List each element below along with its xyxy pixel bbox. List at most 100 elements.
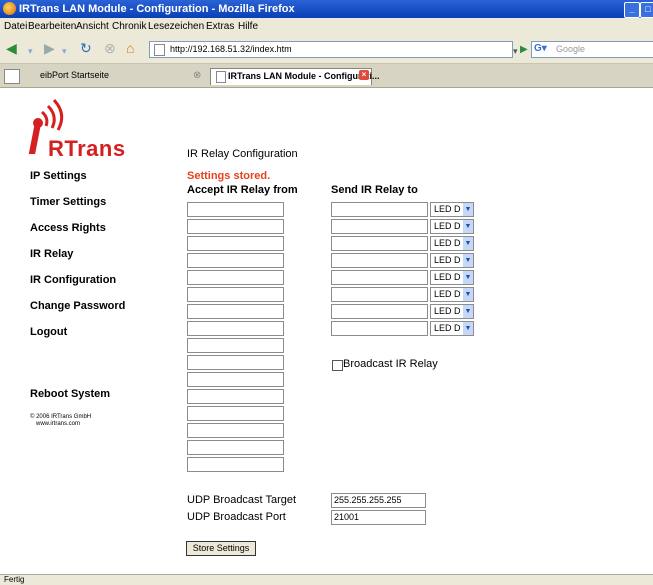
accept-ir-input-11[interactable] xyxy=(187,372,284,387)
send-ir-input-2[interactable] xyxy=(331,219,428,234)
chevron-down-icon[interactable]: ▼ xyxy=(463,288,473,301)
send-ir-input-5[interactable] xyxy=(331,270,428,285)
tab-irtrans-label: IRTrans LAN Module - Configurati... xyxy=(228,71,380,81)
tab-eibport[interactable]: eibPort Startseite xyxy=(40,70,109,86)
status-message: Settings stored. xyxy=(187,170,271,182)
page-icon xyxy=(154,44,165,56)
window-left-edge xyxy=(0,88,21,574)
page-title: IR Relay Configuration xyxy=(187,148,298,160)
led-select-1[interactable]: LED D ▼ xyxy=(430,202,474,217)
new-tab-icon[interactable] xyxy=(4,69,20,84)
led-select-4[interactable]: LED D ▼ xyxy=(430,253,474,268)
menu-extras[interactable]: Extras xyxy=(206,21,234,32)
sidebar-item-change-password[interactable]: Change Password xyxy=(30,300,125,312)
udp-target-label: UDP Broadcast Target xyxy=(187,494,297,506)
udp-target-input[interactable]: 255.255.255.255 xyxy=(331,493,426,508)
status-bar: Fertig xyxy=(0,574,653,585)
accept-ir-input-14[interactable] xyxy=(187,423,284,438)
maximize-button[interactable]: □ xyxy=(640,2,653,18)
accept-ir-input-15[interactable] xyxy=(187,440,284,455)
chevron-down-icon[interactable]: ▼ xyxy=(463,220,473,233)
send-ir-input-7[interactable] xyxy=(331,304,428,319)
minimize-button[interactable]: _ xyxy=(624,2,640,18)
search-input[interactable]: G▾ Google xyxy=(531,41,653,58)
menu-bearbeiten[interactable]: Bearbeiten xyxy=(28,21,76,32)
chevron-down-icon[interactable]: ▼ xyxy=(463,271,473,284)
send-ir-input-3[interactable] xyxy=(331,236,428,251)
accept-ir-input-16[interactable] xyxy=(187,457,284,472)
google-icon[interactable]: G▾ xyxy=(534,43,547,54)
accept-ir-input-2[interactable] xyxy=(187,219,284,234)
search-placeholder: Google xyxy=(556,44,586,54)
accept-ir-input-4[interactable] xyxy=(187,253,284,268)
menu-chronik[interactable]: Chronik xyxy=(112,21,146,32)
broadcast-checkbox[interactable] xyxy=(332,360,343,371)
logo-text: RTrans xyxy=(48,136,126,161)
stop-icon[interactable]: ⊗ xyxy=(104,40,116,56)
accept-ir-input-7[interactable] xyxy=(187,304,284,319)
tab-close-icon[interactable]: × xyxy=(359,70,369,80)
send-ir-input-8[interactable] xyxy=(331,321,428,336)
send-ir-input-1[interactable] xyxy=(331,202,428,217)
irtrans-logo: I RTrans xyxy=(28,96,162,166)
accept-ir-input-3[interactable] xyxy=(187,236,284,251)
url-dropdown-icon[interactable]: ▾ xyxy=(513,43,518,59)
store-settings-button[interactable]: Store Settings xyxy=(186,541,256,556)
menu-lesezeichen[interactable]: Lesezeichen xyxy=(148,21,204,32)
tab-close-icon[interactable]: ⊗ xyxy=(193,70,201,81)
navigation-toolbar: ◀ ▾ ▶ ▾ ↻ ⊗ ⌂ http://192.168.51.32/index… xyxy=(0,35,653,64)
window-titlebar: IRTrans LAN Module - Configuration - Moz… xyxy=(0,0,653,18)
send-ir-input-6[interactable] xyxy=(331,287,428,302)
home-icon[interactable]: ⌂ xyxy=(126,40,134,56)
sidebar-item-ir-relay[interactable]: IR Relay xyxy=(30,248,73,260)
back-arrow-icon[interactable]: ◀ xyxy=(6,40,17,56)
sidebar-item-logout[interactable]: Logout xyxy=(30,326,67,338)
accept-ir-input-6[interactable] xyxy=(187,287,284,302)
menu-bar: Datei Bearbeiten Ansicht Chronik Lesezei… xyxy=(0,18,653,35)
sidebar-item-access-rights[interactable]: Access Rights xyxy=(30,222,106,234)
menu-datei[interactable]: Datei xyxy=(4,21,27,32)
accept-ir-input-12[interactable] xyxy=(187,389,284,404)
led-select-8[interactable]: LED D ▼ xyxy=(430,321,474,336)
led-select-2[interactable]: LED D ▼ xyxy=(430,219,474,234)
send-column-header: Send IR Relay to xyxy=(331,184,418,196)
chevron-down-icon[interactable]: ▼ xyxy=(463,203,473,216)
forward-arrow-icon[interactable]: ▶ xyxy=(44,40,55,56)
sidebar-item-ir-configuration[interactable]: IR Configuration xyxy=(30,274,116,286)
menu-ansicht[interactable]: Ansicht xyxy=(76,21,109,32)
back-dropdown-icon[interactable]: ▾ xyxy=(28,43,33,59)
forward-dropdown-icon[interactable]: ▾ xyxy=(62,43,67,59)
go-icon[interactable]: ▶ xyxy=(520,42,528,58)
chevron-down-icon[interactable]: ▼ xyxy=(463,322,473,335)
chevron-down-icon[interactable]: ▼ xyxy=(463,254,473,267)
udp-port-label: UDP Broadcast Port xyxy=(187,511,286,523)
sidebar-item-ip-settings[interactable]: IP Settings xyxy=(30,170,87,182)
website-link[interactable]: www.irtrans.com xyxy=(36,421,80,427)
accept-ir-input-13[interactable] xyxy=(187,406,284,421)
accept-ir-input-10[interactable] xyxy=(187,355,284,370)
udp-port-input[interactable]: 21001 xyxy=(331,510,426,525)
led-select-7[interactable]: LED D ▼ xyxy=(430,304,474,319)
chevron-down-icon[interactable]: ▼ xyxy=(463,305,473,318)
tab-eibport-label: eibPort Startseite xyxy=(40,70,110,80)
tab-bar: eibPort Startseite ⊗ IRTrans LAN Module … xyxy=(0,64,653,88)
send-ir-input-4[interactable] xyxy=(331,253,428,268)
menu-hilfe[interactable]: Hilfe xyxy=(238,21,258,32)
copyright-text: © 2006 IRTrans GmbH xyxy=(30,414,92,420)
accept-column-header: Accept IR Relay from xyxy=(187,184,298,196)
accept-ir-input-9[interactable] xyxy=(187,338,284,353)
accept-ir-input-5[interactable] xyxy=(187,270,284,285)
reload-icon[interactable]: ↻ xyxy=(80,40,92,56)
led-select-6[interactable]: LED D ▼ xyxy=(430,287,474,302)
led-select-5[interactable]: LED D ▼ xyxy=(430,270,474,285)
url-bar[interactable]: http://192.168.51.32/index.htm xyxy=(149,41,513,58)
sidebar-item-timer-settings[interactable]: Timer Settings xyxy=(30,196,106,208)
led-select-3[interactable]: LED D ▼ xyxy=(430,236,474,251)
url-text: http://192.168.51.32/index.htm xyxy=(170,44,292,54)
sidebar-item-reboot[interactable]: Reboot System xyxy=(30,388,110,400)
tab-irtrans[interactable]: IRTrans LAN Module - Configurati... × xyxy=(210,68,380,85)
accept-ir-input-8[interactable] xyxy=(187,321,284,336)
firefox-icon xyxy=(3,2,16,15)
chevron-down-icon[interactable]: ▼ xyxy=(463,237,473,250)
accept-ir-input-1[interactable] xyxy=(187,202,284,217)
